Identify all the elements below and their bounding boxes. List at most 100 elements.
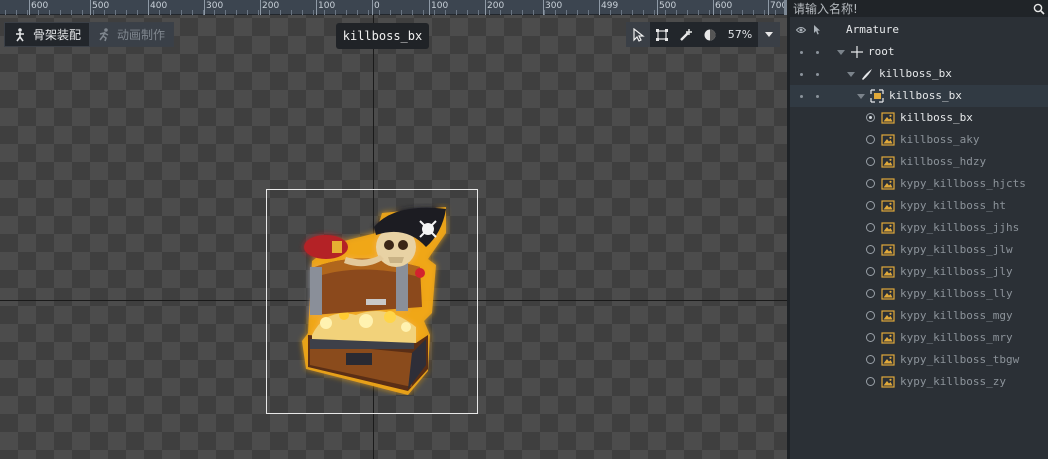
ruler-minor-tick (16, 10, 17, 15)
display-radio-button[interactable] (866, 311, 875, 320)
tree-row-image[interactable]: kypy_killboss_lly (790, 283, 1048, 305)
display-radio-button[interactable] (866, 135, 875, 144)
visibility-dot (799, 94, 803, 98)
display-radio-button[interactable] (866, 377, 875, 386)
display-radio-button[interactable] (866, 113, 875, 122)
tree-row-label: kypy_killboss_ht (900, 199, 1006, 212)
ruler-tick-label: 600 (715, 1, 733, 11)
ruler-minor-tick (621, 10, 622, 15)
ruler-minor-tick (401, 10, 402, 15)
bone-add-tool-button[interactable] (674, 22, 698, 47)
zoom-dropdown-button[interactable] (758, 22, 780, 47)
display-radio-button[interactable] (866, 157, 875, 166)
tree-row-slot[interactable]: killboss_bx (790, 85, 1048, 107)
lock-toggle[interactable] (810, 41, 824, 63)
tree-header-row: Armature (790, 19, 1048, 41)
tree-row-image[interactable]: kypy_killboss_jlw (790, 239, 1048, 261)
ruler-minor-tick (643, 10, 644, 15)
visibility-toggle[interactable] (794, 63, 808, 85)
tree-row-image[interactable]: kypy_killboss_mgy (790, 305, 1048, 327)
ruler-tick-label: 499 (601, 1, 619, 11)
tree-row-image[interactable]: kypy_killboss_zy (790, 371, 1048, 393)
tree-row-image[interactable]: kypy_killboss_hjcts (790, 173, 1048, 195)
ruler-tick-label: 0 (374, 1, 380, 11)
tree-row-image[interactable]: kypy_killboss_ht (790, 195, 1048, 217)
display-radio-button[interactable] (866, 267, 875, 276)
chevron-down-icon (857, 93, 865, 99)
tree-row-bone[interactable]: killboss_bx (790, 63, 1048, 85)
ruler-minor-tick (654, 10, 655, 15)
tree-row-label: kypy_killboss_lly (900, 287, 1013, 300)
display-radio-button[interactable] (866, 223, 875, 232)
ruler-minor-tick (170, 10, 171, 15)
tree-row-image[interactable]: killboss_hdzy (790, 151, 1048, 173)
expand-toggle[interactable] (856, 85, 866, 107)
display-radio-button[interactable] (866, 289, 875, 298)
ruler-tick-label: 200 (262, 1, 280, 11)
ruler-major-tick (657, 0, 658, 15)
lock-toggle[interactable] (810, 63, 824, 85)
ruler-major-tick (372, 0, 373, 15)
lock-dot (815, 50, 819, 54)
visibility-column-header[interactable] (794, 19, 808, 41)
ruler-major-tick (599, 0, 600, 15)
visibility-toggle[interactable] (794, 41, 808, 63)
ruler-major-tick (29, 0, 30, 15)
ruler-minor-tick (346, 10, 347, 15)
display-radio-button[interactable] (866, 245, 875, 254)
animation-mode-label: 动画制作 (117, 28, 166, 42)
ruler-minor-tick (577, 10, 578, 15)
tree-row-image[interactable]: kypy_killboss_tbgw (790, 349, 1048, 371)
tree-row-image[interactable]: kypy_killboss_mry (790, 327, 1048, 349)
visibility-toggle[interactable] (794, 85, 808, 107)
tree-row-label: kypy_killboss_jjhs (900, 221, 1020, 234)
image-icon (881, 134, 895, 146)
display-radio-button[interactable] (866, 201, 875, 210)
select-tool-button[interactable] (626, 22, 650, 47)
ruler-minor-tick (137, 10, 138, 15)
ruler-major-tick (429, 0, 430, 15)
ruler-minor-tick (302, 10, 303, 15)
transform-tool-button[interactable] (650, 22, 674, 47)
expand-toggle[interactable] (846, 63, 856, 85)
lock-toggle[interactable] (810, 85, 824, 107)
tree-row-root[interactable]: root (790, 41, 1048, 63)
stage-canvas[interactable]: 600 500 400 300 200 100 0 100 200 300 499 500 600 700 (0, 0, 787, 459)
scene-tree-panel: Armature root killboss_bx (790, 0, 1048, 459)
ruler-minor-tick (192, 10, 193, 15)
ruler-major-tick (543, 0, 544, 15)
armature-figure-icon (16, 27, 24, 41)
lock-column-header[interactable] (810, 19, 824, 41)
ruler-minor-tick (533, 10, 534, 15)
ruler-minor-tick (313, 10, 314, 15)
display-radio-button[interactable] (866, 179, 875, 188)
tree-row-image[interactable]: killboss_bx (790, 107, 1048, 129)
ruler-minor-tick (467, 10, 468, 15)
display-radio-button[interactable] (866, 333, 875, 342)
select-arrow-icon (633, 27, 645, 42)
animation-mode-tab[interactable]: 动画制作 (89, 23, 174, 46)
eye-icon (796, 27, 806, 33)
expand-toggle[interactable] (836, 41, 846, 63)
ruler-minor-tick (27, 10, 28, 15)
armature-mode-tab[interactable]: 骨架装配 (5, 23, 89, 46)
onion-skin-button[interactable] (698, 22, 722, 47)
tree-row-image[interactable]: killboss_aky (790, 129, 1048, 151)
zoom-level[interactable]: 57% (722, 28, 758, 41)
ruler-minor-tick (412, 10, 413, 15)
ruler-minor-tick (698, 10, 699, 15)
search-button[interactable] (1030, 0, 1048, 17)
ruler-minor-tick (60, 10, 61, 15)
ruler-minor-tick (236, 10, 237, 15)
display-radio-button[interactable] (866, 355, 875, 364)
image-icon (881, 310, 895, 322)
search-input[interactable] (790, 0, 1030, 17)
image-icon (881, 354, 895, 366)
tree-row-image[interactable]: kypy_killboss_jjhs (790, 217, 1048, 239)
visibility-dot (799, 50, 803, 54)
tree-row-image[interactable]: kypy_killboss_jly (790, 261, 1048, 283)
image-icon (881, 288, 895, 300)
image-icon (881, 200, 895, 212)
ruler-tick-label: 500 (92, 1, 110, 11)
treasure-chest-sprite[interactable] (296, 203, 456, 395)
